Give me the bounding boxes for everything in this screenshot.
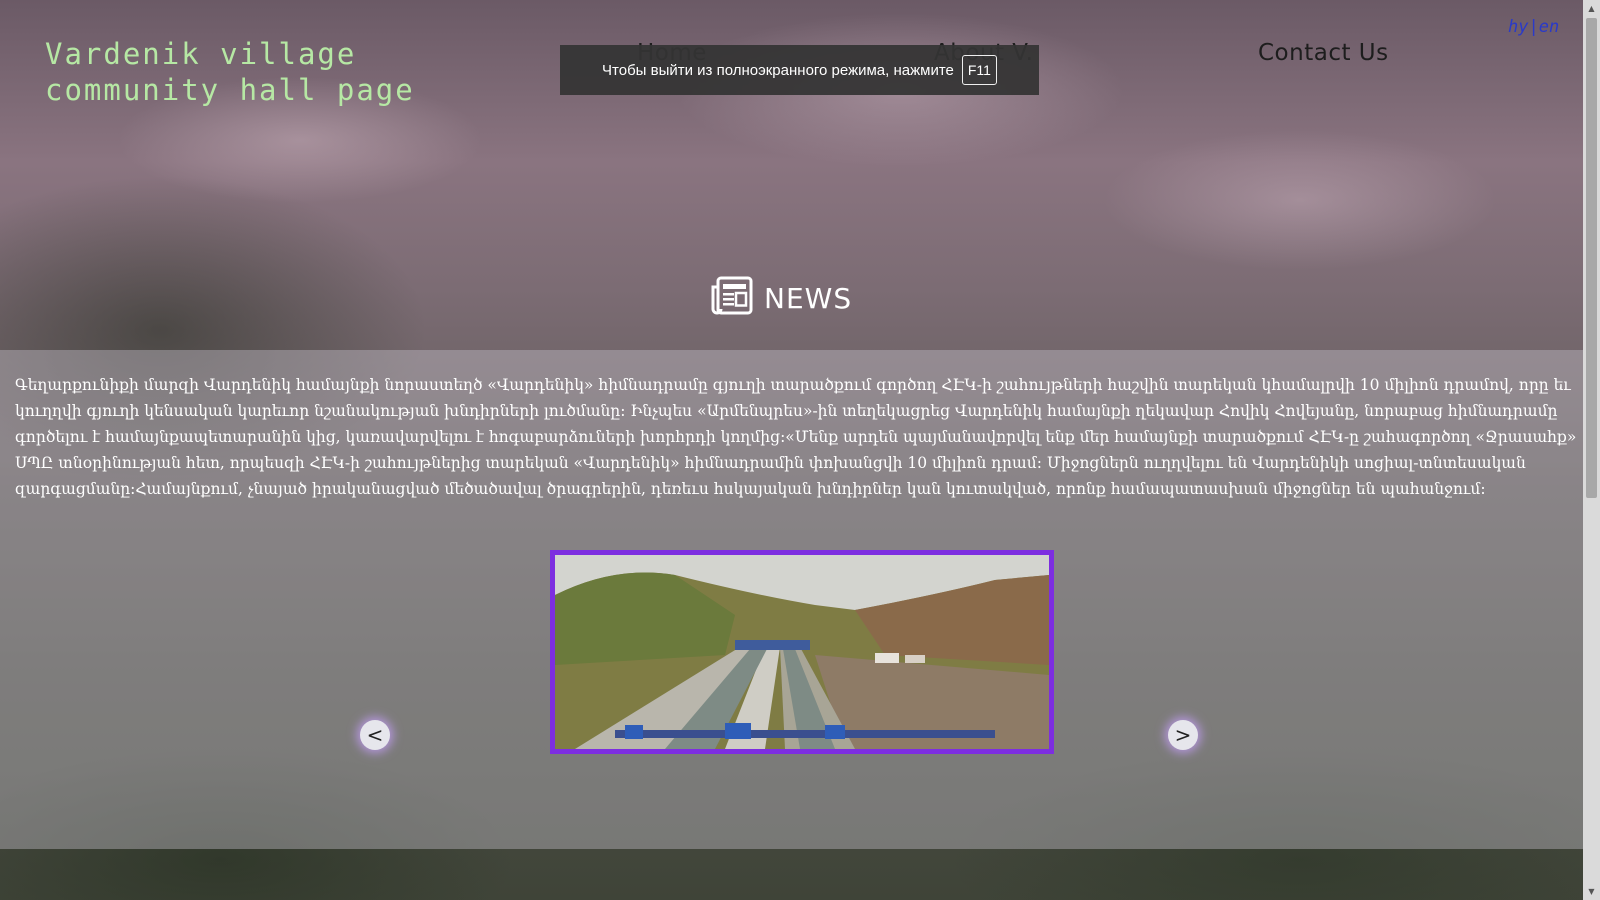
fullscreen-notice-text: Чтобы выйти из полноэкранного режима, на…	[602, 61, 954, 79]
scroll-down-icon[interactable]: ▼	[1583, 883, 1600, 900]
language-switch[interactable]: hy|en	[1508, 17, 1559, 37]
f11-key-badge: F11	[961, 55, 997, 85]
slider-next-button[interactable]: >	[1168, 720, 1198, 750]
vertical-scrollbar[interactable]: ▲ ▼	[1583, 0, 1600, 900]
hydro-canal-photo	[555, 555, 1049, 749]
slider-prev-button[interactable]: <	[360, 720, 390, 750]
scrollbar-thumb[interactable]	[1586, 18, 1597, 498]
scroll-up-icon[interactable]: ▲	[1583, 0, 1600, 17]
fullscreen-notice: Чтобы выйти из полноэкранного режима, на…	[560, 45, 1039, 95]
newspaper-icon	[710, 275, 754, 321]
news-title: NEWS	[764, 281, 853, 315]
site-title: Vardenik village community hall page	[45, 37, 415, 107]
nav-contact-link[interactable]: Contact Us	[1258, 40, 1389, 66]
news-image-slider	[550, 550, 1054, 754]
news-heading: NEWS	[710, 275, 852, 321]
news-article-text: Գեղարքունիքի մարզի Վարդենիկ համայնքի նոր…	[15, 376, 1577, 498]
